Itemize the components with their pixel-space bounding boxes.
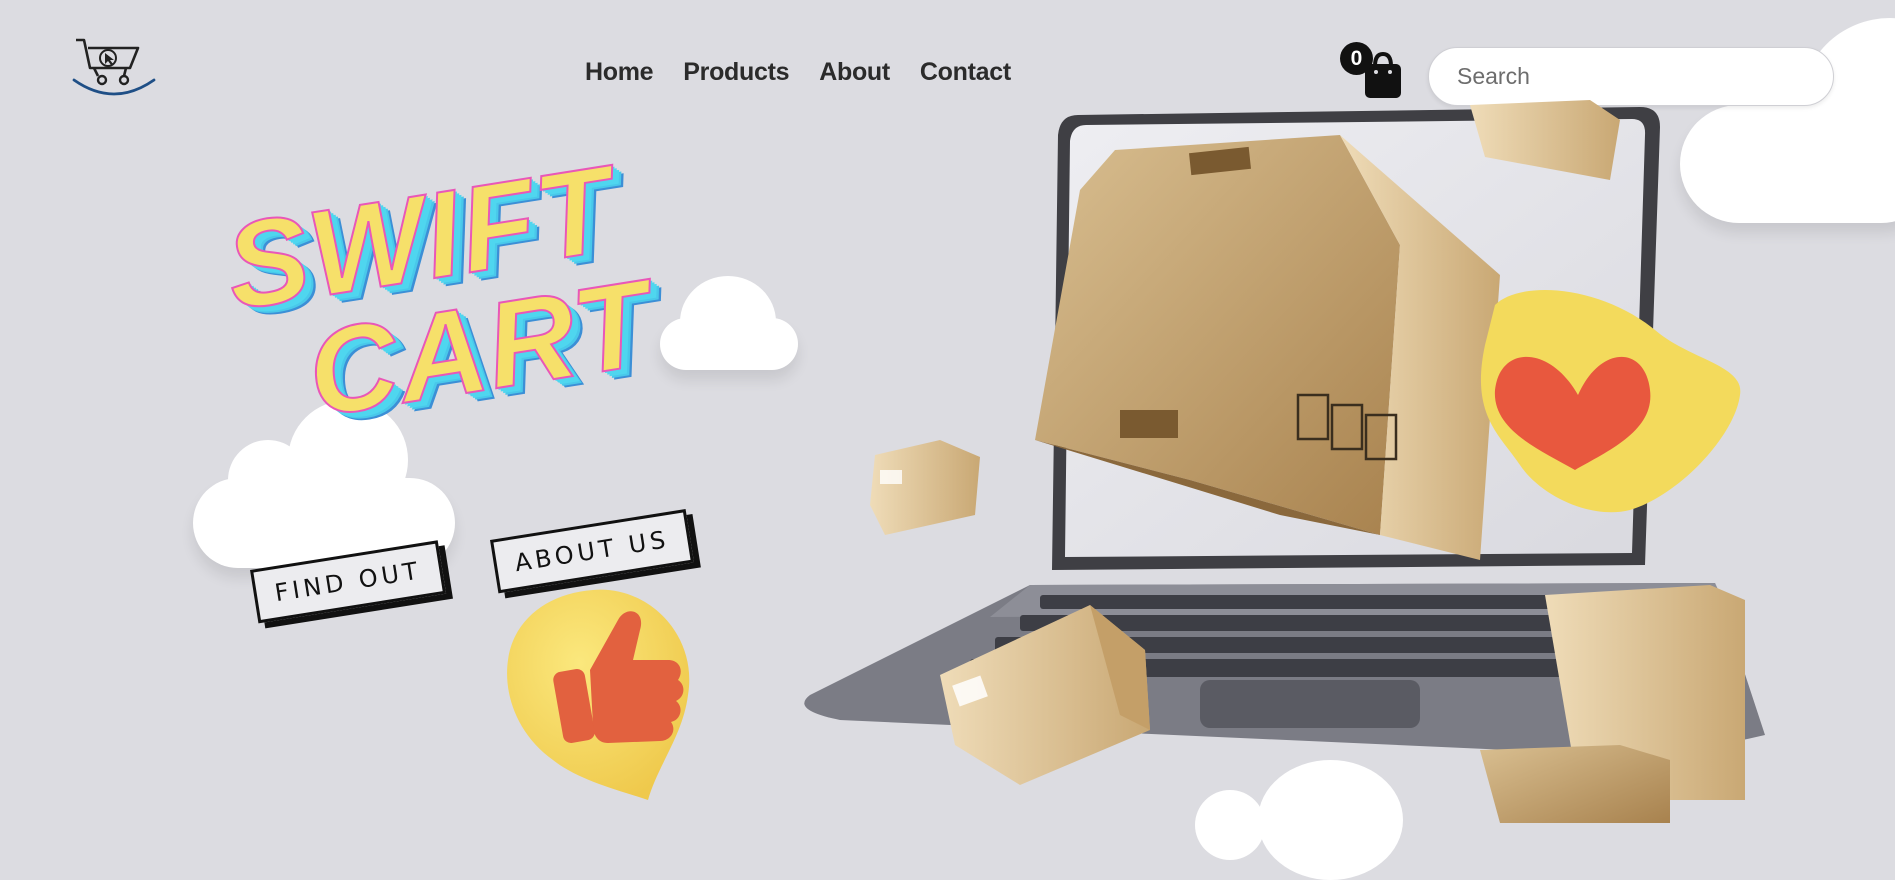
nav-contact-link[interactable]: Contact	[920, 58, 1011, 87]
laptop-boxes-illustration	[804, 100, 1765, 823]
main-navigation: Home Products About Contact	[585, 58, 1011, 87]
cloud-puff	[680, 276, 776, 368]
shopping-cart-cursor-logo[interactable]	[70, 34, 160, 104]
cart-count-badge: 0	[1340, 42, 1373, 75]
nav-products-link[interactable]: Products	[683, 58, 789, 87]
cart-button[interactable]: 0	[1340, 42, 1402, 100]
thumbs-up-icon	[507, 589, 690, 800]
nav-home-link[interactable]: Home	[585, 58, 654, 87]
nav-about-link[interactable]: About	[819, 58, 890, 87]
